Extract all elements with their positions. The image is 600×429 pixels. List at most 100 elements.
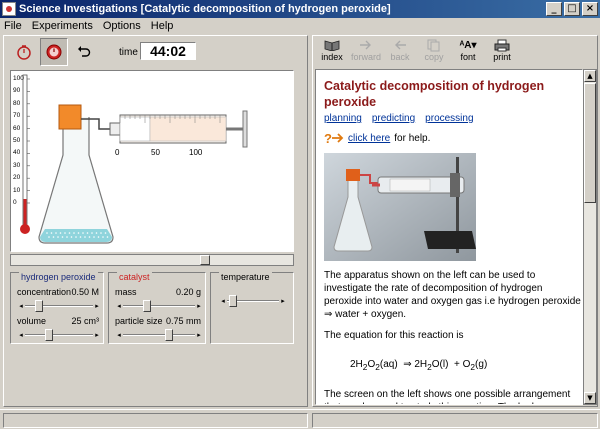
thermometer-tick-label: 20 [13, 174, 21, 182]
window-title: Science Investigations [Catalytic decomp… [19, 3, 391, 15]
slider-knob[interactable] [165, 329, 173, 341]
link-processing[interactable]: processing [425, 112, 473, 125]
copy-icon [427, 39, 440, 51]
stopwatch-icon [17, 45, 31, 60]
slider-knob[interactable] [229, 295, 237, 307]
slider-left-arrow-icon[interactable]: ◂ [17, 329, 25, 341]
slider-left-arrow-icon[interactable]: ◂ [115, 329, 123, 341]
time-scrollbar[interactable] [10, 254, 294, 266]
copy-label: copy [424, 52, 444, 62]
font-icon: ᴬA▾ [459, 39, 477, 51]
apparatus-photo [324, 153, 476, 261]
mass-slider[interactable]: ◂ ▸ [115, 300, 203, 312]
bubble [70, 236, 73, 238]
help-pointer-icon: ? [324, 131, 344, 145]
info-toolbar: index forward back copy ᴬA▾ font print [315, 38, 597, 68]
conical-flask [38, 117, 114, 244]
menu-file[interactable]: File [4, 20, 22, 32]
bubble [100, 232, 102, 234]
bung [58, 104, 82, 130]
stop-button[interactable] [40, 38, 68, 66]
menu-experiments[interactable]: Experiments [32, 20, 93, 32]
link-planning[interactable]: planning [324, 112, 362, 125]
bubble [66, 236, 68, 238]
chemical-equation: 2H2O2(aq) ⇒ 2H2O(l) + O2(g) [350, 359, 488, 372]
concentration-value: 0.50 M [71, 287, 99, 297]
slider-right-arrow-icon[interactable]: ▸ [195, 329, 203, 341]
slider-knob[interactable] [143, 300, 151, 312]
book-icon [324, 40, 340, 51]
mass-value: 0.20 g [175, 287, 201, 297]
link-predicting[interactable]: predicting [372, 112, 415, 125]
scroll-thumb[interactable] [584, 83, 596, 203]
maximize-button[interactable]: □ [564, 2, 580, 16]
bubble [77, 232, 80, 234]
bubble [88, 236, 91, 238]
bubble [102, 236, 104, 238]
info-content: Catalytic decomposition of hydrogen pero… [315, 69, 583, 405]
bubble [91, 232, 93, 234]
scroll-thumb[interactable] [200, 255, 210, 265]
scroll-down-arrow-icon[interactable]: ▼ [584, 392, 596, 404]
time-display: 44:02 [140, 42, 196, 60]
slider-knob[interactable] [45, 329, 53, 341]
catalyst-panel: catalyst mass 0.20 g ◂ ▸ particle size 0… [108, 272, 206, 344]
bubble [95, 232, 98, 234]
title-bar: Science Investigations [Catalytic decomp… [0, 0, 600, 18]
printer-icon [494, 39, 510, 51]
bubble [61, 236, 64, 238]
bubble [55, 232, 57, 234]
help-link[interactable]: click here [348, 132, 390, 145]
bubble [84, 236, 86, 238]
intro-paragraph: The apparatus shown on the left can be u… [324, 270, 581, 320]
close-button[interactable]: × [582, 2, 598, 16]
slider-left-arrow-icon[interactable]: ◂ [115, 300, 123, 312]
slider-right-arrow-icon[interactable]: ▸ [195, 300, 203, 312]
syringe-tick-label: 0 [115, 148, 120, 157]
menu-options[interactable]: Options [103, 20, 141, 32]
scroll-up-arrow-icon[interactable]: ▲ [584, 70, 596, 82]
stop-clock-icon [46, 44, 62, 60]
undo-icon [78, 46, 91, 57]
back-button[interactable]: back [383, 38, 417, 68]
app-icon [2, 2, 16, 16]
bubble [79, 236, 82, 238]
copy-button[interactable]: copy [417, 38, 451, 68]
thermometer-tick-label: 90 [13, 87, 21, 95]
start-button[interactable] [10, 38, 38, 66]
slider-right-arrow-icon[interactable]: ▸ [279, 295, 287, 307]
particle-size-slider[interactable]: ◂ ▸ [115, 329, 203, 341]
info-scrollbar[interactable]: ▲ ▼ [583, 69, 597, 405]
bubble [104, 232, 107, 234]
slider-left-arrow-icon[interactable]: ◂ [17, 300, 25, 312]
concentration-slider[interactable]: ◂ ▸ [17, 300, 101, 312]
section-links: planning predicting processing [324, 112, 582, 125]
reset-button[interactable] [70, 38, 98, 66]
index-label: index [321, 52, 343, 62]
equation-intro: The equation for this reaction is [324, 330, 464, 341]
slider-right-arrow-icon[interactable]: ▸ [93, 300, 101, 312]
temperature-slider[interactable]: ◂ ▸ [219, 295, 287, 307]
font-button[interactable]: ᴬA▾ font [451, 38, 485, 68]
slider-knob[interactable] [35, 300, 43, 312]
bubble [52, 236, 55, 238]
forward-button[interactable]: forward [349, 38, 383, 68]
minimize-button[interactable]: _ [546, 2, 562, 16]
bubble [64, 232, 66, 234]
forward-arrow-icon [360, 40, 371, 50]
slider-right-arrow-icon[interactable]: ▸ [93, 329, 101, 341]
time-label: time [119, 47, 138, 58]
bubble [82, 232, 84, 234]
font-label: font [460, 52, 476, 62]
thermometer-tick-label: 100 [13, 75, 24, 82]
menu-help[interactable]: Help [151, 20, 174, 32]
volume-label: volume [17, 316, 47, 326]
temperature-title: temperature [219, 272, 272, 282]
print-button[interactable]: print [485, 38, 519, 68]
slider-left-arrow-icon[interactable]: ◂ [219, 295, 227, 307]
volume-slider[interactable]: ◂ ▸ [17, 329, 101, 341]
back-arrow-icon [395, 40, 406, 50]
syringe-tick-label: 50 [151, 148, 160, 157]
index-button[interactable]: index [315, 38, 349, 68]
thermometer-tick-label: 80 [13, 99, 21, 107]
